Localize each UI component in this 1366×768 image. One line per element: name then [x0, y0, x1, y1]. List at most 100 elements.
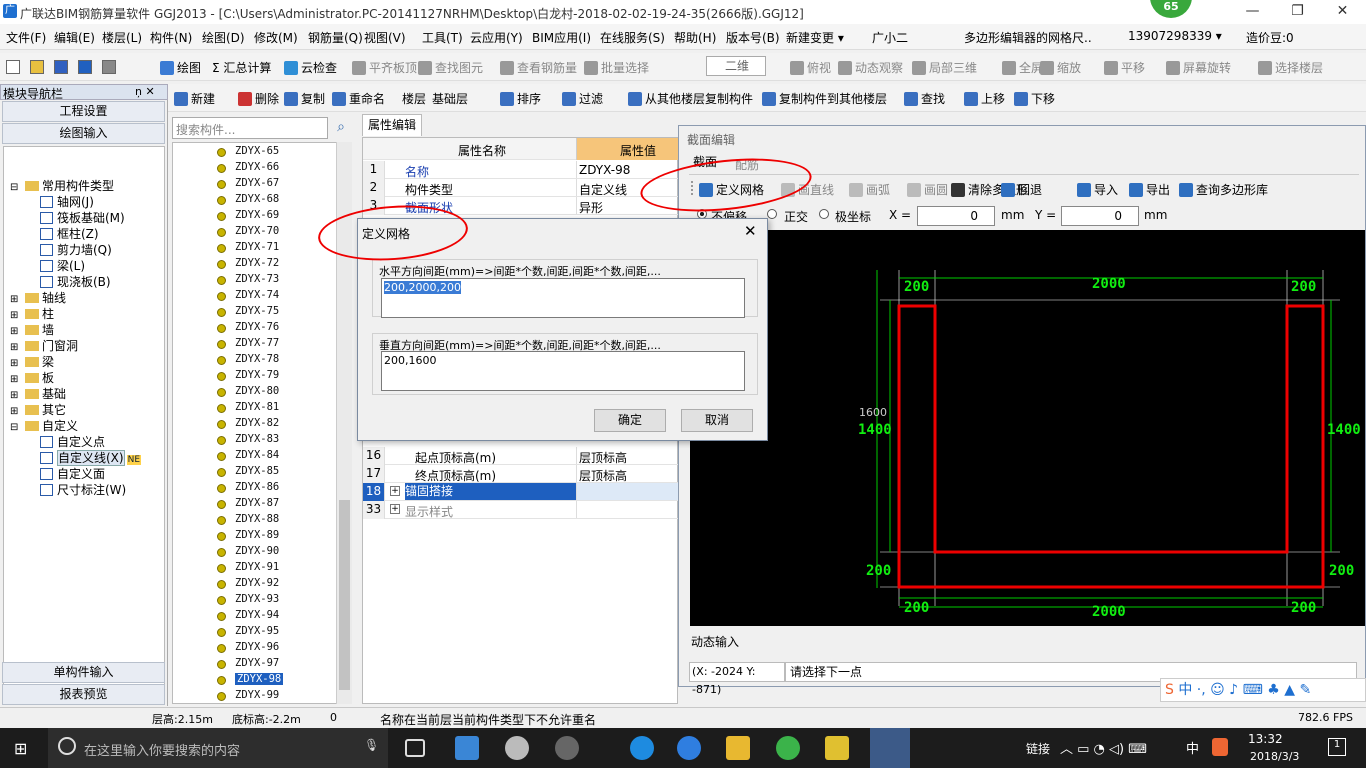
- tree-item[interactable]: ⊞ 基础: [10, 385, 66, 402]
- restore-button[interactable]: ❐: [1275, 0, 1320, 24]
- y-input[interactable]: 0: [1061, 206, 1139, 226]
- component-list-item[interactable]: ZDYX-92: [235, 577, 279, 589]
- report-preview-button[interactable]: 报表预览: [2, 684, 165, 705]
- tree-expand-icon[interactable]: ⊞: [10, 294, 22, 305]
- tree-expand-icon[interactable]: ⊟: [10, 182, 22, 193]
- component-list-item[interactable]: ZDYX-96: [235, 641, 279, 653]
- ggj-app-active-icon[interactable]: [870, 728, 910, 768]
- draw-input-button[interactable]: 绘图输入: [2, 123, 165, 144]
- redo-icon[interactable]: [102, 60, 116, 74]
- tree-item[interactable]: ⊞ 梁: [10, 353, 54, 370]
- radio-polar[interactable]: [819, 209, 829, 219]
- property-row[interactable]: 2 构件类型 自定义线: [363, 179, 679, 197]
- component-list-item[interactable]: ZDYX-76: [235, 321, 279, 333]
- toolbar2-item[interactable]: 重命名: [332, 90, 385, 107]
- component-list-item[interactable]: ZDYX-82: [235, 417, 279, 429]
- row-expand-icon[interactable]: +: [390, 504, 400, 514]
- property-value-cell[interactable]: [576, 501, 679, 518]
- toolbar2-item[interactable]: 下移: [1014, 90, 1055, 107]
- toolbar1-item[interactable]: 俯视: [790, 59, 831, 76]
- tree-item[interactable]: 梁(L): [40, 257, 85, 274]
- component-list-item[interactable]: ZDYX-86: [235, 481, 279, 493]
- tree-item[interactable]: ⊞ 其它: [10, 401, 66, 418]
- radio-orthogonal[interactable]: [767, 209, 777, 219]
- new-file-icon[interactable]: [6, 60, 20, 74]
- component-list-item[interactable]: ZDYX-88: [235, 513, 279, 525]
- tree-item[interactable]: ⊞ 墙: [10, 321, 54, 338]
- component-list-item[interactable]: ZDYX-99: [235, 689, 279, 701]
- toolbar1-item[interactable]: 批量选择: [584, 59, 649, 76]
- undo-button[interactable]: 回退: [1001, 181, 1042, 198]
- tree-expand-icon[interactable]: ⊞: [10, 374, 22, 385]
- menu-item[interactable]: 楼层(L): [102, 29, 142, 46]
- microphone-icon[interactable]: 🎙: [364, 738, 379, 752]
- tree-expand-icon[interactable]: ⊞: [10, 406, 22, 417]
- toolbar2-item[interactable]: 复制构件到其他楼层: [762, 90, 887, 107]
- component-list-item[interactable]: ZDYX-84: [235, 449, 279, 461]
- view-mode-select[interactable]: 二维: [706, 56, 766, 76]
- tree-item[interactable]: 剪力墙(Q): [40, 241, 112, 258]
- browser-e-icon[interactable]: [505, 736, 529, 760]
- clock-time[interactable]: 13:32: [1248, 732, 1283, 746]
- nav-pin-icon[interactable]: ņ ✕: [135, 85, 155, 98]
- export-button[interactable]: 导出: [1129, 181, 1170, 198]
- clock-date[interactable]: 2018/3/3: [1250, 750, 1299, 763]
- component-list-item[interactable]: ZDYX-70: [235, 225, 279, 237]
- x-input[interactable]: 0: [917, 206, 995, 226]
- toolbar1-item[interactable]: 局部三维: [912, 59, 977, 76]
- tree-expand-icon[interactable]: ⊞: [10, 326, 22, 337]
- toolbar1-item[interactable]: 查找图元: [418, 59, 483, 76]
- menu-item[interactable]: 多边形编辑器的网格尺..: [964, 29, 1092, 46]
- menu-item[interactable]: BIM应用(I): [532, 29, 591, 46]
- component-list-item[interactable]: ZDYX-75: [235, 305, 279, 317]
- draw-circle-button[interactable]: 画圆: [907, 181, 948, 198]
- menu-item[interactable]: 修改(M): [254, 29, 298, 46]
- component-list-item[interactable]: ZDYX-79: [235, 369, 279, 381]
- sogou-icon[interactable]: [1212, 738, 1228, 756]
- menu-item[interactable]: 钢筋量(Q): [308, 29, 363, 46]
- tree-expand-icon[interactable]: ⊟: [10, 422, 22, 433]
- save-icon[interactable]: [54, 60, 68, 74]
- undo-icon[interactable]: [78, 60, 92, 74]
- component-list-item[interactable]: ZDYX-87: [235, 497, 279, 509]
- draw-arc-button[interactable]: 画弧: [849, 181, 890, 198]
- toolbar1-item[interactable]: 缩放: [1040, 59, 1081, 76]
- toolbar2-item[interactable]: 删除: [238, 90, 279, 107]
- menu-item[interactable]: 造价豆:0: [1246, 29, 1294, 46]
- tab-property-edit[interactable]: 属性编辑: [362, 114, 422, 136]
- tree-item[interactable]: 自定义线(X) NE: [40, 449, 142, 466]
- dialog-close-icon[interactable]: ✕: [744, 222, 757, 240]
- project-settings-button[interactable]: 工程设置: [2, 101, 165, 122]
- tree-item[interactable]: 筏板基础(M): [40, 209, 125, 226]
- tree-expand-icon[interactable]: ⊞: [10, 342, 22, 353]
- menu-item[interactable]: 文件(F): [6, 29, 46, 46]
- toolbar2-item[interactable]: 从其他楼层复制构件: [628, 90, 753, 107]
- link-label[interactable]: 链接: [1026, 740, 1050, 757]
- menu-item[interactable]: 13907298339 ▾: [1128, 29, 1222, 43]
- scrollbar-thumb[interactable]: [339, 500, 350, 690]
- toolbar2-item[interactable]: 过滤: [562, 90, 603, 107]
- green-app-icon[interactable]: [776, 736, 800, 760]
- pinwheel-app-icon[interactable]: [455, 736, 479, 760]
- cancel-button[interactable]: 取消: [681, 409, 753, 432]
- toolbar1-item[interactable]: Σ 汇总计算: [212, 59, 271, 76]
- menu-item[interactable]: 云应用(Y): [470, 29, 523, 46]
- menu-item[interactable]: 编辑(E): [54, 29, 95, 46]
- component-list-item[interactable]: ZDYX-81: [235, 401, 279, 413]
- menu-item[interactable]: 视图(V): [364, 29, 406, 46]
- component-list-item[interactable]: ZDYX-73: [235, 273, 279, 285]
- component-list-item[interactable]: ZDYX-97: [235, 657, 279, 669]
- menu-item[interactable]: 构件(N): [150, 29, 192, 46]
- component-list-item[interactable]: ZDYX-80: [235, 385, 279, 397]
- ok-button[interactable]: 确定: [594, 409, 666, 432]
- windows-start-icon[interactable]: ⊞: [14, 739, 32, 758]
- taskbar-search[interactable]: 在这里输入你要搜索的内容 🎙: [48, 728, 388, 768]
- menu-item[interactable]: 绘图(D): [202, 29, 245, 46]
- row-expand-icon[interactable]: +: [390, 486, 400, 496]
- toolbar2-item[interactable]: 基础层: [432, 90, 468, 107]
- task-view-icon[interactable]: [405, 739, 425, 757]
- single-component-button[interactable]: 单构件输入: [2, 662, 165, 683]
- property-value-cell[interactable]: [576, 483, 679, 500]
- import-button[interactable]: 导入: [1077, 181, 1118, 198]
- tree-item[interactable]: ⊞ 门窗洞: [10, 337, 78, 354]
